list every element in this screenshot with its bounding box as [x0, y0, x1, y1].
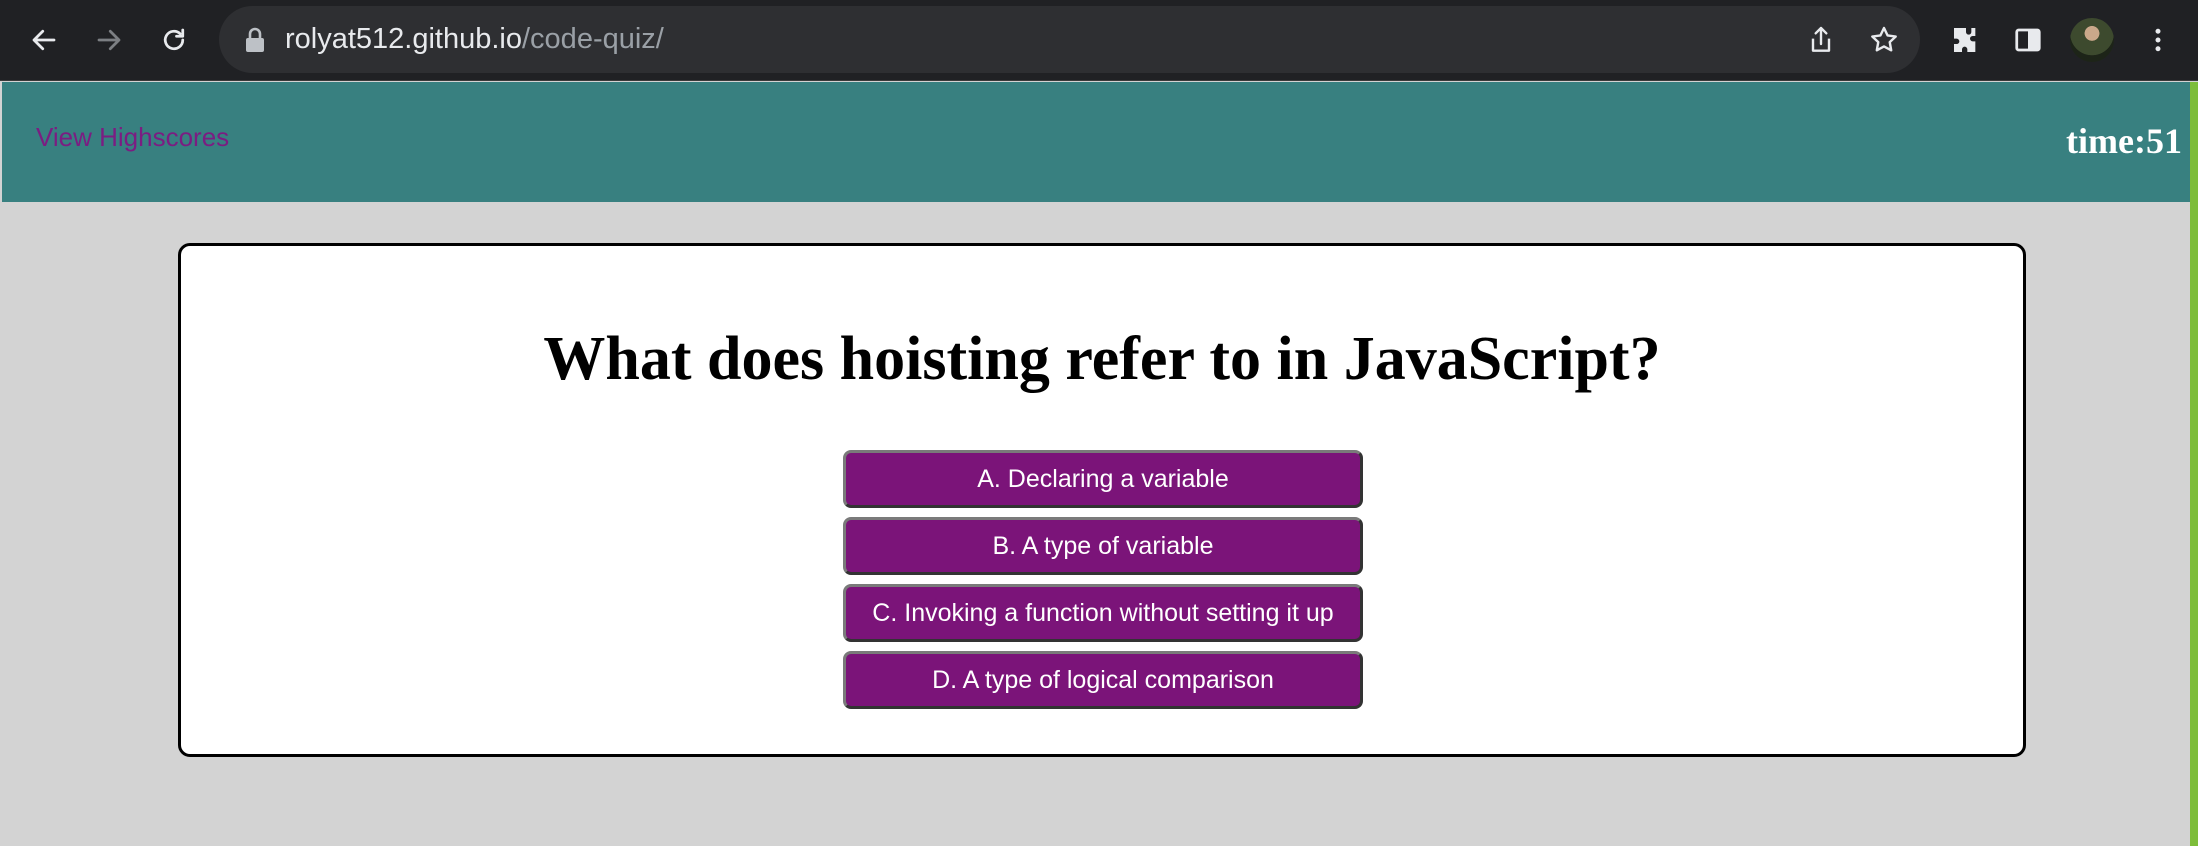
- answer-button-a[interactable]: A. Declaring a variable: [843, 450, 1363, 508]
- page-header: View Highscores time:51: [2, 82, 2190, 202]
- url-host: rolyat512.github.io: [285, 23, 522, 55]
- answer-list: A. Declaring a variable B. A type of var…: [843, 450, 1363, 718]
- star-icon[interactable]: [1868, 24, 1900, 56]
- lock-icon[interactable]: [243, 26, 267, 54]
- browser-toolbar: rolyat512.github.io/code-quiz/: [0, 0, 2198, 81]
- view-highscores-link[interactable]: View Highscores: [36, 122, 229, 153]
- menu-icon[interactable]: [2138, 20, 2178, 60]
- answer-button-d[interactable]: D. A type of logical comparison: [843, 651, 1363, 709]
- profile-avatar[interactable]: [2070, 18, 2114, 62]
- share-icon[interactable]: [1805, 24, 1837, 56]
- quiz-card: What does hoisting refer to in JavaScrip…: [178, 243, 2026, 757]
- url-path: /code-quiz/: [522, 23, 664, 55]
- answer-button-b[interactable]: B. A type of variable: [843, 517, 1363, 575]
- extensions-icon[interactable]: [1946, 20, 1986, 60]
- address-bar[interactable]: rolyat512.github.io/code-quiz/: [219, 6, 1920, 73]
- window-edge: [2190, 82, 2198, 846]
- reload-icon[interactable]: [154, 20, 194, 60]
- back-icon[interactable]: [24, 20, 64, 60]
- question-title: What does hoisting refer to in JavaScrip…: [543, 325, 1661, 393]
- timer-display: time:51: [2066, 121, 2182, 161]
- answer-button-c[interactable]: C. Invoking a function without setting i…: [843, 584, 1363, 642]
- page-content: What does hoisting refer to in JavaScrip…: [0, 202, 2190, 846]
- forward-icon[interactable]: [89, 20, 129, 60]
- url-text[interactable]: rolyat512.github.io/code-quiz/: [285, 6, 664, 73]
- side-panel-icon[interactable]: [2008, 20, 2048, 60]
